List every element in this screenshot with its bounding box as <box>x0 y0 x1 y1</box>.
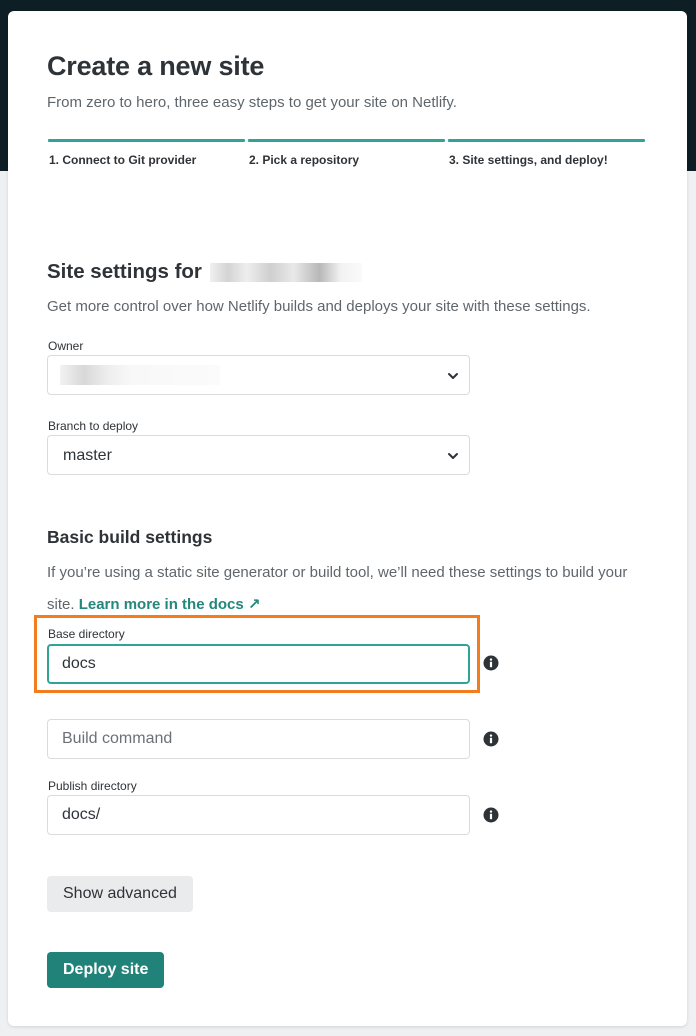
step-pick-repository: 2. Pick a repository <box>248 139 445 167</box>
deploy-site-button[interactable]: Deploy site <box>47 952 165 988</box>
step-site-settings: 3. Site settings, and deploy! <box>448 139 645 167</box>
page-title: Create a new site <box>47 51 265 81</box>
redacted-owner-value <box>60 365 220 385</box>
branch-label: Branch to deploy <box>48 419 139 433</box>
info-icon[interactable] <box>483 731 499 747</box>
build-settings-description: If you’re using a static site generator … <box>47 557 647 621</box>
publish-directory-label: Publish directory <box>48 779 137 793</box>
learn-more-docs-link[interactable]: Learn more in the docs ↗ <box>79 596 261 613</box>
step-label: 1. Connect to Git provider <box>49 153 197 167</box>
site-settings-description: Get more control over how Netlify builds… <box>47 298 591 315</box>
owner-select[interactable] <box>47 355 470 395</box>
base-directory-label: Base directory <box>48 627 125 641</box>
show-advanced-button[interactable]: Show advanced <box>47 876 193 912</box>
info-icon[interactable] <box>483 807 499 823</box>
publish-directory-input[interactable] <box>47 795 470 835</box>
step-label: 3. Site settings, and deploy! <box>449 153 608 167</box>
step-connect-git: 1. Connect to Git provider <box>48 139 245 167</box>
site-settings-heading: Site settings for <box>47 260 362 284</box>
wizard-steps: 1. Connect to Git provider 2. Pick a rep… <box>48 139 646 169</box>
branch-select[interactable]: master <box>47 435 470 475</box>
step-progress-bar <box>48 139 245 142</box>
owner-label: Owner <box>48 339 84 353</box>
redacted-site-name <box>209 263 362 283</box>
base-directory-input[interactable] <box>47 644 470 684</box>
chevron-down-icon <box>448 453 458 459</box>
basic-build-settings-heading: Basic build settings <box>47 527 213 547</box>
create-site-card: Create a new site From zero to hero, thr… <box>8 11 687 1026</box>
info-icon[interactable] <box>483 655 499 671</box>
step-progress-bar <box>248 139 445 142</box>
step-progress-bar <box>448 139 645 142</box>
step-label: 2. Pick a repository <box>249 153 360 167</box>
page-subtitle: From zero to hero, three easy steps to g… <box>47 94 457 111</box>
site-settings-title: Site settings for <box>47 260 202 283</box>
branch-select-value: master <box>63 447 112 464</box>
build-command-input[interactable] <box>47 719 470 759</box>
chevron-down-icon <box>448 373 458 379</box>
